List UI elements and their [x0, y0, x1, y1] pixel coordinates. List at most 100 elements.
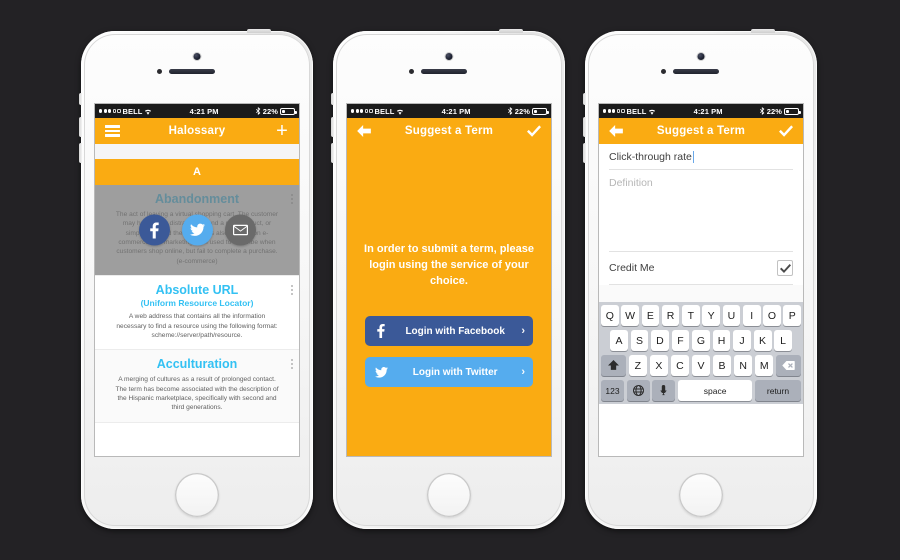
- checkmark-icon: [779, 263, 791, 273]
- credit-me-row[interactable]: Credit Me: [609, 252, 793, 285]
- return-key[interactable]: return: [755, 380, 801, 401]
- key-m[interactable]: M: [754, 355, 774, 376]
- navbar-3: Suggest a Term: [599, 118, 803, 144]
- shift-icon[interactable]: [600, 355, 626, 376]
- key-p[interactable]: P: [783, 305, 802, 326]
- form-bottom-spacer: [599, 285, 803, 302]
- key-s[interactable]: S: [630, 330, 649, 351]
- term-field[interactable]: Click-through rate: [609, 144, 793, 170]
- bluetooth-icon: [759, 107, 765, 115]
- keyboard-row-3: Z X C V B N M: [600, 355, 802, 376]
- key-t[interactable]: T: [682, 305, 700, 326]
- key-j[interactable]: J: [733, 330, 751, 351]
- wifi-icon: [396, 108, 404, 115]
- key-h[interactable]: H: [712, 330, 731, 351]
- navbar-1: Halossary +: [95, 118, 299, 144]
- list-top-spacer: [95, 144, 299, 159]
- front-camera-icon: [697, 53, 705, 60]
- battery-percent-label: 22%: [262, 106, 278, 116]
- space-key[interactable]: space: [677, 380, 753, 401]
- kebab-menu-icon[interactable]: [291, 285, 293, 297]
- checkmark-icon[interactable]: [525, 122, 543, 140]
- credit-me-checkbox[interactable]: [777, 260, 793, 276]
- power-button[interactable]: [247, 29, 271, 33]
- back-arrow-icon[interactable]: [607, 122, 625, 140]
- clock-label: 4:21 PM: [189, 106, 219, 116]
- login-with-facebook-button[interactable]: Login with Facebook ›: [365, 316, 533, 346]
- navbar-2: Suggest a Term: [347, 118, 551, 144]
- phone-device-2: BELL 4:21 PM 22% Suggest a Term In order…: [331, 29, 565, 529]
- key-r[interactable]: R: [661, 305, 680, 326]
- facebook-icon[interactable]: [138, 214, 170, 246]
- delete-icon[interactable]: [776, 355, 802, 376]
- kebab-menu-icon[interactable]: [291, 359, 293, 371]
- key-u[interactable]: U: [722, 305, 741, 326]
- checkmark-icon[interactable]: [777, 122, 795, 140]
- share-overlay: [95, 214, 299, 246]
- key-q[interactable]: Q: [600, 305, 619, 326]
- volume-down-button[interactable]: [331, 143, 334, 163]
- home-button[interactable]: [679, 473, 723, 517]
- bluetooth-icon: [255, 107, 261, 115]
- key-z[interactable]: Z: [628, 355, 648, 376]
- volume-down-button[interactable]: [79, 143, 82, 163]
- hamburger-icon[interactable]: [103, 122, 121, 140]
- page-title: Suggest a Term: [404, 125, 494, 137]
- login-with-twitter-button[interactable]: Login with Twitter ›: [365, 357, 533, 387]
- carrier-label: BELL: [122, 106, 143, 116]
- key-x[interactable]: X: [649, 355, 669, 376]
- definition-field[interactable]: Definition: [609, 170, 793, 252]
- list-item[interactable]: Absolute URL (Uniform Resource Locator) …: [95, 276, 299, 351]
- home-button[interactable]: [427, 473, 471, 517]
- twitter-icon[interactable]: [181, 214, 213, 246]
- key-k[interactable]: K: [753, 330, 772, 351]
- volume-up-button[interactable]: [331, 117, 334, 137]
- list-item[interactable]: Abandonment The act of leaving a virtual…: [95, 185, 299, 277]
- key-a[interactable]: A: [609, 330, 628, 351]
- silent-switch[interactable]: [79, 93, 82, 105]
- login-with-facebook-label: Login with Facebook: [405, 325, 505, 337]
- phone-device-1: BELL 4:21 PM 22% Halossary + A Absolute …: [79, 29, 313, 529]
- key-y[interactable]: Y: [702, 305, 720, 326]
- battery-icon: [532, 107, 549, 115]
- term-input-value: Click-through rate: [609, 151, 692, 163]
- wifi-icon: [648, 108, 656, 115]
- battery-percent-label: 22%: [514, 106, 530, 116]
- home-button[interactable]: [175, 473, 219, 517]
- earpiece-speaker: [169, 69, 215, 74]
- key-b[interactable]: B: [712, 355, 732, 376]
- power-button[interactable]: [751, 29, 775, 33]
- microphone-icon[interactable]: [652, 380, 676, 401]
- chevron-right-icon: ›: [521, 325, 525, 337]
- key-c[interactable]: C: [670, 355, 690, 376]
- plus-icon[interactable]: +: [273, 121, 291, 141]
- key-v[interactable]: V: [691, 355, 711, 376]
- key-g[interactable]: G: [692, 330, 710, 351]
- key-d[interactable]: D: [651, 330, 669, 351]
- volume-up-button[interactable]: [583, 117, 586, 137]
- silent-switch[interactable]: [331, 93, 334, 105]
- keyboard-row-1: Q W E R T Y U I O P: [600, 305, 802, 326]
- status-bar: BELL 4:21 PM 22%: [95, 104, 299, 118]
- definition-placeholder: Definition: [609, 177, 653, 189]
- key-e[interactable]: E: [641, 305, 660, 326]
- key-l[interactable]: L: [774, 330, 793, 351]
- globe-icon[interactable]: [626, 380, 650, 401]
- key-i[interactable]: I: [742, 305, 761, 326]
- term-definition: A merging of cultures as a result of pro…: [115, 376, 279, 412]
- key-f[interactable]: F: [671, 330, 690, 351]
- section-header-letter: A: [95, 159, 299, 185]
- power-button[interactable]: [499, 29, 523, 33]
- email-icon[interactable]: [224, 214, 256, 246]
- back-arrow-icon[interactable]: [355, 122, 373, 140]
- numeric-key[interactable]: 123: [601, 380, 624, 401]
- silent-switch[interactable]: [583, 93, 586, 105]
- key-w[interactable]: W: [621, 305, 639, 326]
- volume-down-button[interactable]: [583, 143, 586, 163]
- key-n[interactable]: N: [733, 355, 753, 376]
- volume-up-button[interactable]: [79, 117, 82, 137]
- list-item[interactable]: Acculturation A merging of cultures as a…: [95, 350, 299, 423]
- login-screen: In order to submit a term, please login …: [347, 144, 551, 456]
- proximity-sensor-icon: [157, 69, 162, 74]
- key-o[interactable]: O: [763, 305, 781, 326]
